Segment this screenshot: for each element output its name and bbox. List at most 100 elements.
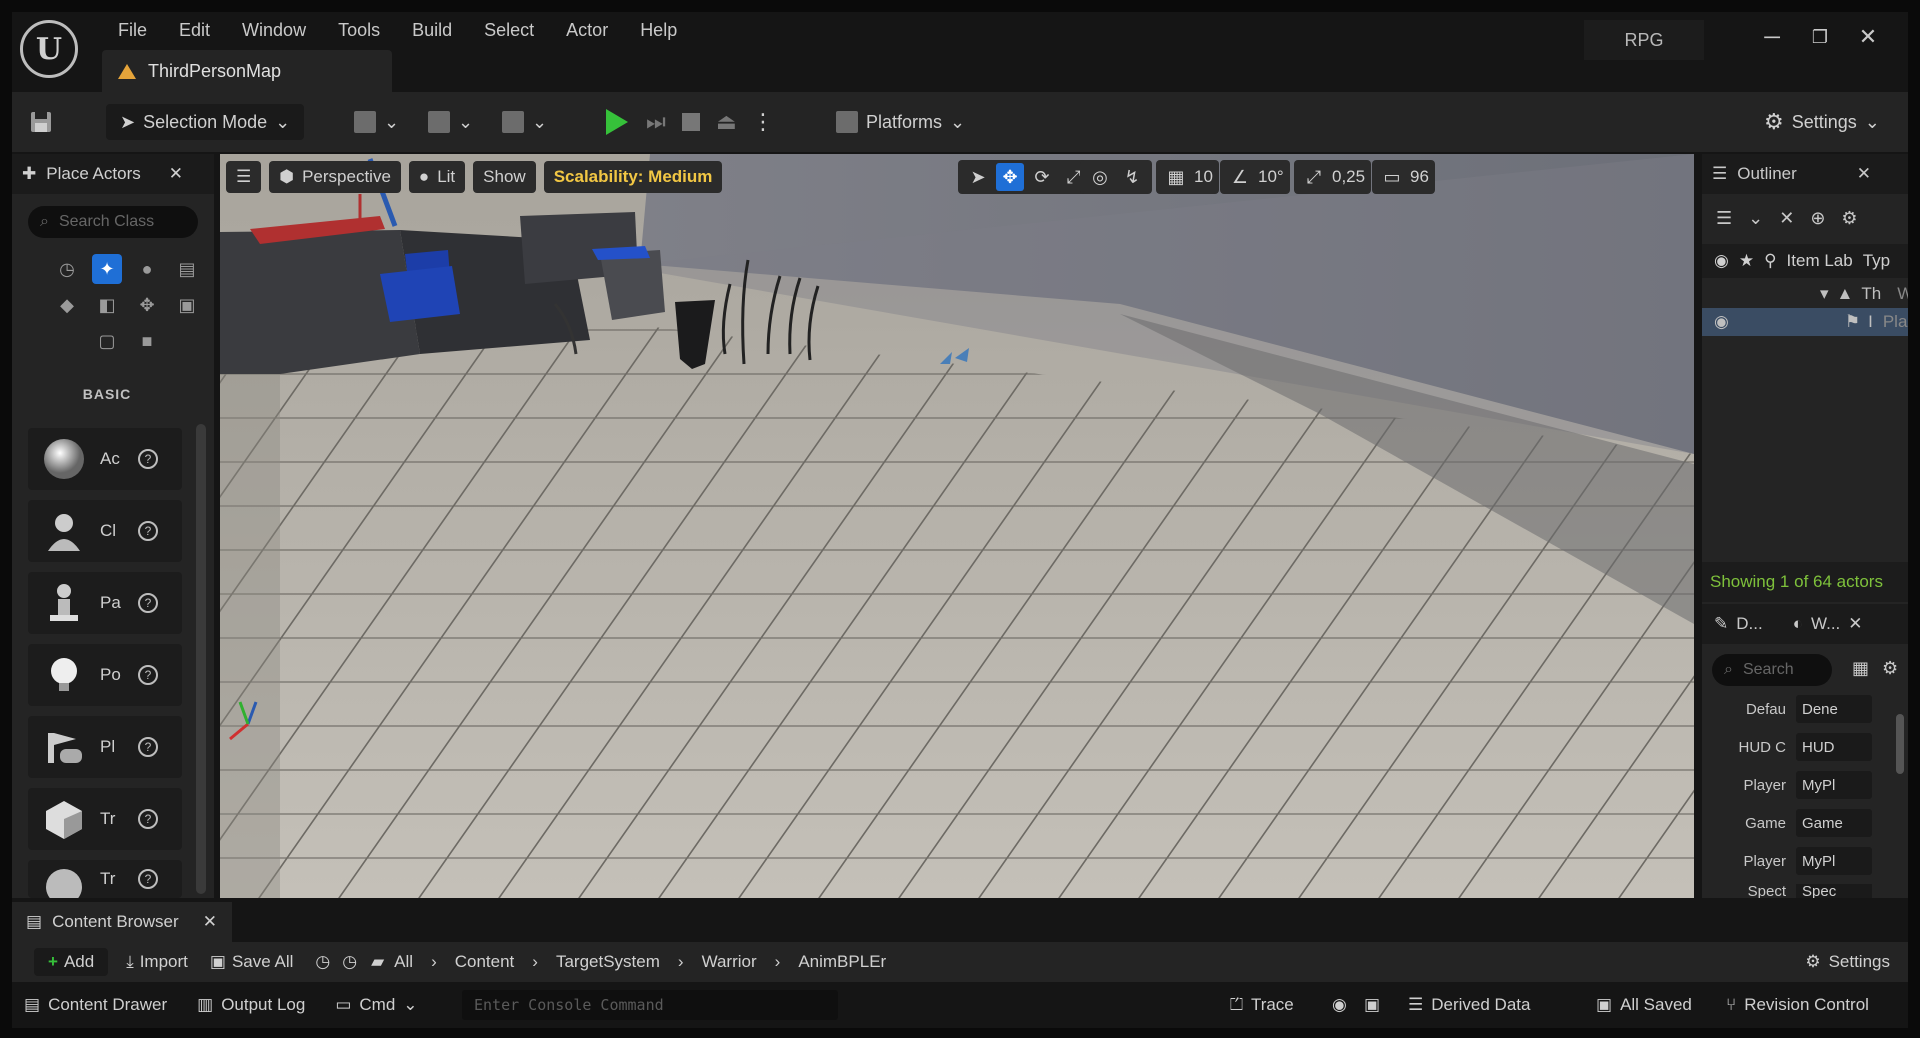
history-back-icon[interactable]: ◷ <box>315 952 330 972</box>
rotation-snap-button[interactable]: ∠ 10° <box>1220 160 1290 194</box>
world-settings-tab[interactable]: W... <box>1811 614 1840 634</box>
unreal-logo-icon[interactable]: U <box>20 20 78 78</box>
help-icon[interactable]: ? <box>138 869 158 889</box>
lights-icon[interactable]: ● <box>132 254 162 284</box>
actors-scrollbar[interactable] <box>196 424 206 894</box>
selection-mode-dropdown[interactable]: ➤ Selection Mode ⌄ <box>106 104 305 140</box>
camera-speed-button[interactable]: ▭ 96 <box>1372 160 1435 194</box>
property-value[interactable]: Dene <box>1796 695 1872 723</box>
close-panel-icon[interactable]: ✕ <box>1857 164 1871 184</box>
details-row[interactable]: Spect Spec <box>1716 884 1896 898</box>
breadcrumb-animbp[interactable]: AnimBPLEr <box>798 952 886 972</box>
details-search-input[interactable]: ⌕ Search <box>1712 654 1832 686</box>
close-panel-icon[interactable]: ✕ <box>1848 614 1862 634</box>
help-icon[interactable]: ? <box>138 521 158 541</box>
details-row[interactable]: Game Game <box>1716 808 1896 838</box>
show-button[interactable]: Show <box>473 161 536 193</box>
stop-button[interactable] <box>682 104 700 140</box>
cube-icon[interactable]: ■ <box>132 326 162 356</box>
chevron-down-icon[interactable]: ⌄ <box>1748 208 1763 229</box>
property-value[interactable]: MyPl <box>1796 771 1872 799</box>
menu-file[interactable]: File <box>102 16 163 46</box>
eject-button[interactable]: ⏏ <box>716 104 737 140</box>
details-tab[interactable]: D... <box>1736 614 1762 634</box>
close-panel-icon[interactable]: ✕ <box>203 912 217 932</box>
content-browser-tab[interactable]: ▤ Content Browser ✕ <box>12 902 232 942</box>
breadcrumb-targetsystem[interactable]: TargetSystem <box>556 952 660 972</box>
breadcrumb-warrior[interactable]: Warrior <box>702 952 757 972</box>
actor-item[interactable]: Ac ? <box>28 428 182 490</box>
property-value[interactable]: HUD <box>1796 733 1872 761</box>
close-panel-icon[interactable]: ✕ <box>169 164 183 184</box>
details-row[interactable]: Defau Dene <box>1716 694 1896 724</box>
actor-item[interactable]: Tr ? <box>28 860 182 898</box>
cinematic-icon[interactable]: ▤ <box>172 254 202 284</box>
visual-effects-icon[interactable]: ◆ <box>52 290 82 320</box>
property-value[interactable]: MyPl <box>1796 847 1872 875</box>
gear-icon[interactable]: ⚙ <box>1882 658 1898 679</box>
actor-item[interactable]: Pa ? <box>28 572 182 634</box>
minimize-icon[interactable]: ─ <box>1752 22 1792 52</box>
all-classes-icon[interactable]: ▣ <box>172 290 202 320</box>
screenshot-icon[interactable]: ▣ <box>1364 995 1380 1015</box>
viewport-options-button[interactable]: ☰ <box>226 161 262 193</box>
details-row[interactable]: HUD C HUD <box>1716 732 1896 762</box>
filter-icon[interactable]: ☰ <box>1716 208 1732 229</box>
menu-help[interactable]: Help <box>624 16 693 46</box>
world-space-icon[interactable]: ◎ <box>1086 163 1114 191</box>
visibility-icon[interactable]: ◉ <box>1714 312 1729 332</box>
breadcrumb-content[interactable]: Content <box>455 952 515 972</box>
actor-item[interactable]: Cl ? <box>28 500 182 562</box>
help-icon[interactable]: ? <box>138 737 158 757</box>
outliner-row-world[interactable]: ▾ ▲ Th Wo <box>1702 280 1908 308</box>
volumes-icon[interactable]: ✥ <box>132 290 162 320</box>
output-log-button[interactable]: ▥ Output Log <box>197 995 305 1015</box>
grid-snap-button[interactable]: ▦ 10 <box>1156 160 1219 194</box>
help-icon[interactable]: ? <box>138 665 158 685</box>
select-tool-icon[interactable]: ➤ <box>964 163 992 191</box>
close-icon[interactable]: ✕ <box>1848 22 1888 52</box>
import-button[interactable]: ⤓ Import <box>126 952 188 972</box>
perspective-button[interactable]: ⬢ Perspective <box>269 161 401 193</box>
actor-item[interactable]: Po ? <box>28 644 182 706</box>
expand-arrow-icon[interactable]: ▾ <box>1820 284 1829 304</box>
add-folder-icon[interactable]: ⊕ <box>1810 208 1825 229</box>
platforms-dropdown[interactable]: Platforms ⌄ <box>836 104 965 140</box>
column-item-label[interactable]: Item Lab <box>1787 251 1853 271</box>
outliner-row-player-start[interactable]: ◉ ⚑ I Pla <box>1702 308 1908 336</box>
menu-build[interactable]: Build <box>396 16 468 46</box>
menu-tools[interactable]: Tools <box>322 16 396 46</box>
menu-select[interactable]: Select <box>468 16 550 46</box>
level-tab[interactable]: ThirdPersonMap <box>102 50 392 92</box>
history-forward-icon[interactable]: ◷ <box>342 952 357 972</box>
gear-icon[interactable]: ⚙ <box>1841 208 1857 229</box>
details-scrollbar[interactable] <box>1896 714 1904 774</box>
lit-button[interactable]: ● Lit <box>408 161 466 193</box>
blueprint-button[interactable]: ⌄ <box>428 104 473 140</box>
help-icon[interactable]: ? <box>138 449 158 469</box>
scalability-badge[interactable]: Scalability: Medium <box>543 161 723 193</box>
save-icon[interactable] <box>28 104 54 140</box>
trace-button[interactable]: ⏍ Trace <box>1230 995 1294 1015</box>
details-row[interactable]: Player MyPl <box>1716 846 1896 876</box>
add-actor-button[interactable]: ⌄ <box>354 104 399 140</box>
shapes-icon[interactable]: ▢ <box>92 326 122 356</box>
settings-dropdown[interactable]: ⚙ Settings ⌄ <box>1764 104 1880 140</box>
add-button[interactable]: + Add <box>34 948 109 976</box>
visibility-icon[interactable]: ◉ <box>1714 251 1729 271</box>
menu-window[interactable]: Window <box>226 16 322 46</box>
property-value[interactable]: Spec <box>1796 884 1872 898</box>
help-icon[interactable]: ? <box>138 809 158 829</box>
save-all-button[interactable]: ▣ Save All <box>210 952 294 972</box>
clear-filter-icon[interactable]: ✕ <box>1779 208 1794 229</box>
actor-item[interactable]: Pl ? <box>28 716 182 778</box>
scale-snap-button[interactable]: ⤢ 0,25 <box>1294 160 1372 194</box>
help-icon[interactable]: ? <box>138 593 158 613</box>
grid-view-icon[interactable]: ▦ <box>1852 658 1869 679</box>
all-saved-button[interactable]: ▣ All Saved <box>1596 995 1692 1015</box>
content-drawer-button[interactable]: ▤ Content Drawer <box>24 995 167 1015</box>
cinematics-button[interactable]: ⌄ <box>502 104 547 140</box>
menu-edit[interactable]: Edit <box>163 16 226 46</box>
more-options-icon[interactable]: ⋮ <box>752 104 774 140</box>
geometry-icon[interactable]: ◧ <box>92 290 122 320</box>
